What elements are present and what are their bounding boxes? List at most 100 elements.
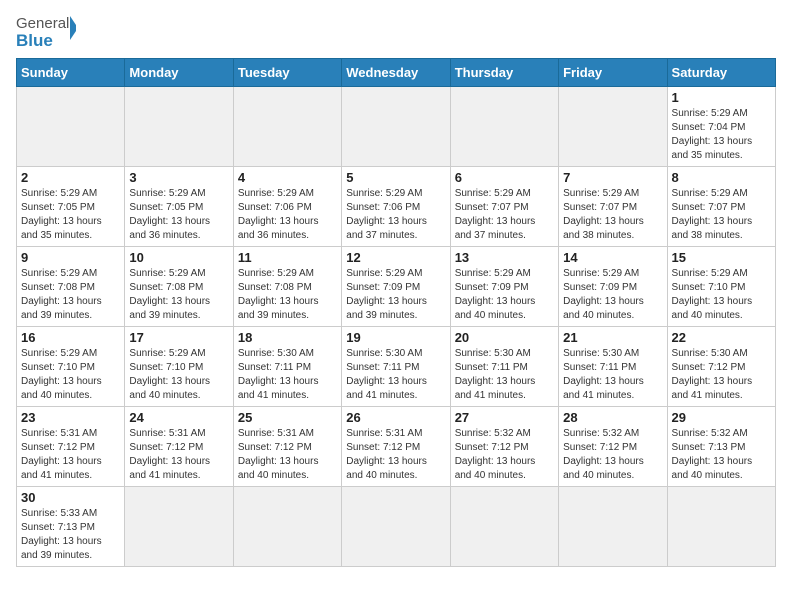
calendar-cell: 26Sunrise: 5:31 AM Sunset: 7:12 PM Dayli… <box>342 407 450 487</box>
day-number: 10 <box>129 250 228 265</box>
calendar-cell: 9 Sunrise: 5:29 AM Sunset: 7:08 PM Daylig… <box>17 247 125 327</box>
header: General Blue <box>16 10 776 54</box>
calendar-cell: 15Sunrise: 5:29 AM Sunset: 7:10 PM Dayli… <box>667 247 775 327</box>
calendar-cell: 20Sunrise: 5:30 AM Sunset: 7:11 PM Dayli… <box>450 327 558 407</box>
day-number: 9 <box>21 250 120 265</box>
weekday-header-tuesday: Tuesday <box>233 59 341 87</box>
svg-text:General: General <box>16 15 69 32</box>
weekday-header-wednesday: Wednesday <box>342 59 450 87</box>
calendar-cell: 5 Sunrise: 5:29 AM Sunset: 7:06 PM Daylig… <box>342 167 450 247</box>
day-number: 19 <box>346 330 445 345</box>
calendar-cell: 14 Sunrise: 5:29 AM Sunset: 7:09 PM Dayli… <box>559 247 667 327</box>
calendar-cell: 3 Sunrise: 5:29 AM Sunset: 7:05 PM Daylig… <box>125 167 233 247</box>
day-number: 27 <box>455 410 554 425</box>
day-info: Sunrise: 5:30 AM Sunset: 7:12 PM Dayligh… <box>672 347 771 403</box>
day-info: Sunrise: 5:29 AM Sunset: 7:05 PM Dayligh… <box>21 187 120 243</box>
day-number: 15 <box>672 250 771 265</box>
day-info: Sunrise: 5:30 AM Sunset: 7:11 PM Dayligh… <box>238 347 337 403</box>
day-number: 28 <box>563 410 662 425</box>
calendar-cell <box>559 487 667 567</box>
calendar-cell: 1Sunrise: 5:29 AM Sunset: 7:04 PM Daylig… <box>667 87 775 167</box>
day-info: Sunrise: 5:29 AM Sunset: 7:07 PM Dayligh… <box>563 187 662 243</box>
calendar-row-3: 16 Sunrise: 5:29 AM Sunset: 7:10 PM Dayli… <box>17 327 776 407</box>
calendar: SundayMondayTuesdayWednesdayThursdayFrid… <box>16 58 776 567</box>
day-info: Sunrise: 5:29 AM Sunset: 7:04 PM Dayligh… <box>672 107 771 163</box>
day-number: 7 <box>563 170 662 185</box>
calendar-cell: 18 Sunrise: 5:30 AM Sunset: 7:11 PM Dayli… <box>233 327 341 407</box>
calendar-row-2: 9 Sunrise: 5:29 AM Sunset: 7:08 PM Daylig… <box>17 247 776 327</box>
calendar-cell: 16 Sunrise: 5:29 AM Sunset: 7:10 PM Dayli… <box>17 327 125 407</box>
day-info: Sunrise: 5:29 AM Sunset: 7:10 PM Dayligh… <box>129 347 228 403</box>
day-number: 16 <box>21 330 120 345</box>
calendar-cell: 19 Sunrise: 5:30 AM Sunset: 7:11 PM Dayli… <box>342 327 450 407</box>
calendar-cell <box>667 487 775 567</box>
calendar-cell: 10 Sunrise: 5:29 AM Sunset: 7:08 PM Dayli… <box>125 247 233 327</box>
calendar-cell: 12 Sunrise: 5:29 AM Sunset: 7:09 PM Dayli… <box>342 247 450 327</box>
calendar-cell: 22Sunrise: 5:30 AM Sunset: 7:12 PM Dayli… <box>667 327 775 407</box>
day-number: 21 <box>563 330 662 345</box>
calendar-cell <box>125 487 233 567</box>
calendar-cell: 8 Sunrise: 5:29 AM Sunset: 7:07 PM Daylig… <box>667 167 775 247</box>
day-info: Sunrise: 5:29 AM Sunset: 7:09 PM Dayligh… <box>563 267 662 323</box>
day-info: Sunrise: 5:32 AM Sunset: 7:12 PM Dayligh… <box>563 427 662 483</box>
calendar-cell: 17 Sunrise: 5:29 AM Sunset: 7:10 PM Dayli… <box>125 327 233 407</box>
day-info: Sunrise: 5:29 AM Sunset: 7:08 PM Dayligh… <box>129 267 228 323</box>
day-info: Sunrise: 5:31 AM Sunset: 7:12 PM Dayligh… <box>21 427 120 483</box>
day-info: Sunrise: 5:31 AM Sunset: 7:12 PM Dayligh… <box>129 427 228 483</box>
weekday-header-monday: Monday <box>125 59 233 87</box>
calendar-cell: 2Sunrise: 5:29 AM Sunset: 7:05 PM Daylig… <box>17 167 125 247</box>
day-info: Sunrise: 5:30 AM Sunset: 7:11 PM Dayligh… <box>563 347 662 403</box>
calendar-cell <box>450 87 558 167</box>
svg-text:Blue: Blue <box>16 31 53 50</box>
day-info: Sunrise: 5:30 AM Sunset: 7:11 PM Dayligh… <box>455 347 554 403</box>
day-info: Sunrise: 5:29 AM Sunset: 7:06 PM Dayligh… <box>238 187 337 243</box>
day-number: 23 <box>21 410 120 425</box>
day-info: Sunrise: 5:29 AM Sunset: 7:08 PM Dayligh… <box>21 267 120 323</box>
day-info: Sunrise: 5:29 AM Sunset: 7:07 PM Dayligh… <box>672 187 771 243</box>
calendar-cell: 6Sunrise: 5:29 AM Sunset: 7:07 PM Daylig… <box>450 167 558 247</box>
logo: General Blue <box>16 10 76 54</box>
calendar-cell: 28 Sunrise: 5:32 AM Sunset: 7:12 PM Dayli… <box>559 407 667 487</box>
day-number: 8 <box>672 170 771 185</box>
day-number: 3 <box>129 170 228 185</box>
calendar-row-1: 2Sunrise: 5:29 AM Sunset: 7:05 PM Daylig… <box>17 167 776 247</box>
calendar-row-5: 30 Sunrise: 5:33 AM Sunset: 7:13 PM Dayli… <box>17 487 776 567</box>
day-number: 12 <box>346 250 445 265</box>
day-info: Sunrise: 5:29 AM Sunset: 7:09 PM Dayligh… <box>455 267 554 323</box>
day-info: Sunrise: 5:33 AM Sunset: 7:13 PM Dayligh… <box>21 507 120 563</box>
weekday-header-friday: Friday <box>559 59 667 87</box>
day-number: 30 <box>21 490 120 505</box>
calendar-cell: 13Sunrise: 5:29 AM Sunset: 7:09 PM Dayli… <box>450 247 558 327</box>
calendar-cell <box>342 87 450 167</box>
calendar-cell: 4Sunrise: 5:29 AM Sunset: 7:06 PM Daylig… <box>233 167 341 247</box>
day-number: 11 <box>238 250 337 265</box>
calendar-cell: 23 Sunrise: 5:31 AM Sunset: 7:12 PM Dayli… <box>17 407 125 487</box>
weekday-header-thursday: Thursday <box>450 59 558 87</box>
calendar-row-4: 23 Sunrise: 5:31 AM Sunset: 7:12 PM Dayli… <box>17 407 776 487</box>
day-info: Sunrise: 5:29 AM Sunset: 7:05 PM Dayligh… <box>129 187 228 243</box>
day-number: 5 <box>346 170 445 185</box>
calendar-cell <box>450 487 558 567</box>
day-info: Sunrise: 5:30 AM Sunset: 7:11 PM Dayligh… <box>346 347 445 403</box>
calendar-cell: 27Sunrise: 5:32 AM Sunset: 7:12 PM Dayli… <box>450 407 558 487</box>
day-info: Sunrise: 5:31 AM Sunset: 7:12 PM Dayligh… <box>238 427 337 483</box>
day-number: 26 <box>346 410 445 425</box>
day-number: 18 <box>238 330 337 345</box>
calendar-cell <box>342 487 450 567</box>
day-number: 24 <box>129 410 228 425</box>
day-number: 17 <box>129 330 228 345</box>
calendar-cell <box>125 87 233 167</box>
calendar-cell: 11Sunrise: 5:29 AM Sunset: 7:08 PM Dayli… <box>233 247 341 327</box>
logo-svg: General Blue <box>16 10 76 54</box>
day-number: 14 <box>563 250 662 265</box>
calendar-cell <box>17 87 125 167</box>
day-info: Sunrise: 5:29 AM Sunset: 7:06 PM Dayligh… <box>346 187 445 243</box>
day-info: Sunrise: 5:29 AM Sunset: 7:07 PM Dayligh… <box>455 187 554 243</box>
calendar-cell: 7 Sunrise: 5:29 AM Sunset: 7:07 PM Daylig… <box>559 167 667 247</box>
calendar-cell: 25Sunrise: 5:31 AM Sunset: 7:12 PM Dayli… <box>233 407 341 487</box>
day-info: Sunrise: 5:32 AM Sunset: 7:13 PM Dayligh… <box>672 427 771 483</box>
day-info: Sunrise: 5:29 AM Sunset: 7:10 PM Dayligh… <box>21 347 120 403</box>
day-info: Sunrise: 5:29 AM Sunset: 7:09 PM Dayligh… <box>346 267 445 323</box>
calendar-cell <box>233 87 341 167</box>
calendar-row-0: 1Sunrise: 5:29 AM Sunset: 7:04 PM Daylig… <box>17 87 776 167</box>
